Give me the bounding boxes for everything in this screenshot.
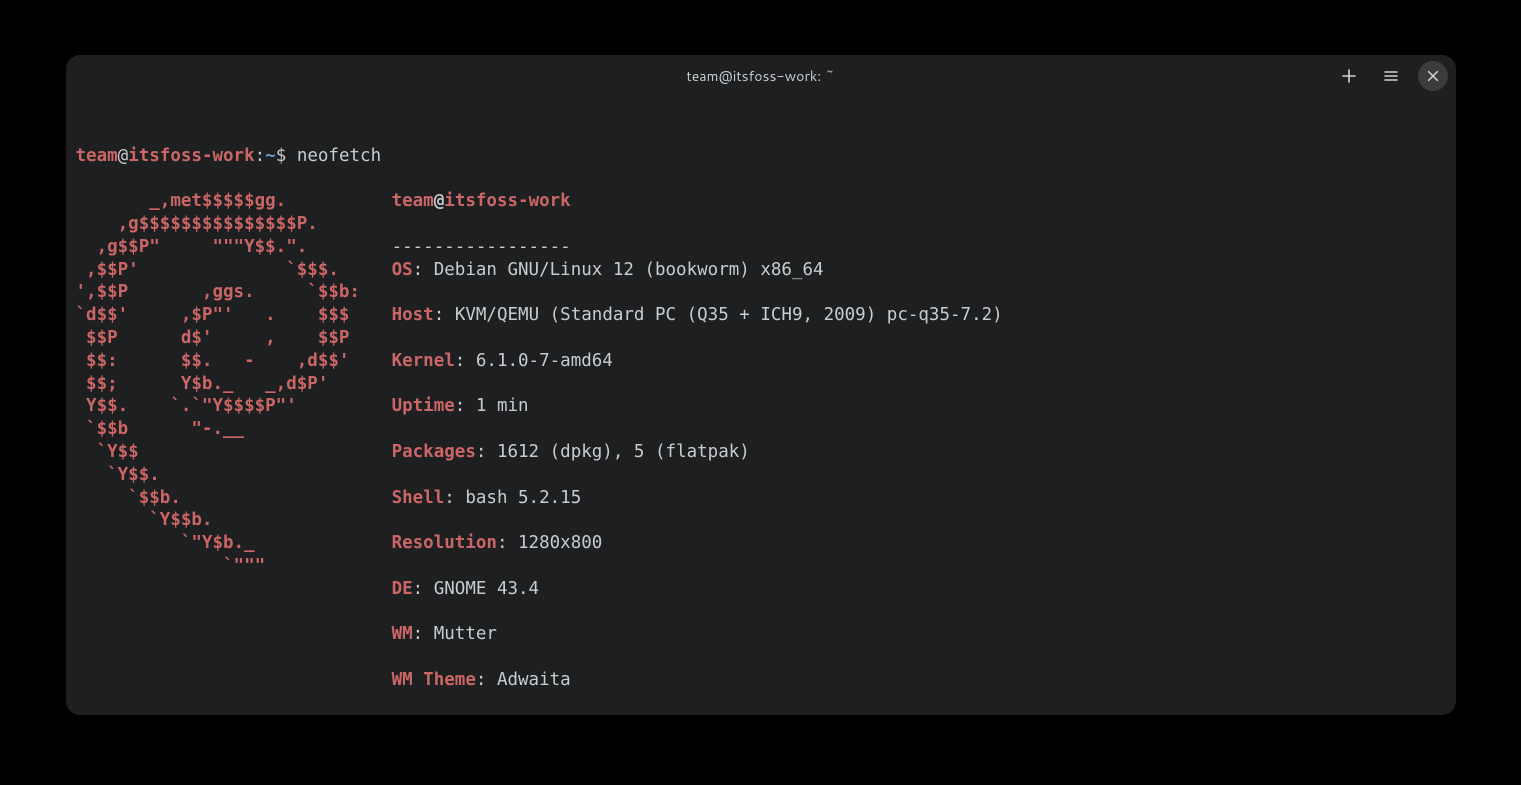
ascii-line: ',$$P ,ggs. `$$b: (76, 282, 392, 302)
hamburger-icon (1383, 68, 1399, 84)
ascii-line: `Y$$. (76, 465, 392, 485)
info-value: : KVM/QEMU (Standard PC (Q35 + ICH9, 200… (434, 305, 1003, 325)
info-value-text: Debian GNU/Linux 12 (bookworm) x86_64 (434, 260, 824, 280)
close-icon (1426, 69, 1440, 83)
prompt-symbol: $ (276, 146, 297, 166)
info-value: : 1280x800 (497, 533, 602, 553)
ascii-line: ,$$P' `$$$. (76, 260, 392, 280)
ascii-line: `Y$$b. (76, 510, 392, 530)
prompt-path: ~ (265, 146, 276, 166)
info-wm-theme: WM Theme: Adwaita (392, 669, 1003, 692)
info-key: Packages (392, 442, 476, 462)
info-key: DE (392, 579, 413, 599)
info-value-text: 1 min (476, 396, 529, 416)
titlebar: team@itsfoss-work: ~ (66, 55, 1456, 97)
prompt-host: itsfoss-work (128, 146, 254, 166)
info-value: : Adwaita (476, 670, 571, 690)
info-wm: WM: Mutter (392, 623, 1003, 646)
info-resolution: Resolution: 1280x800 (392, 532, 1003, 555)
ascii-line: ,g$$$$$$$$$$$$$$$P. (76, 214, 392, 234)
info-key: Host (392, 305, 434, 325)
info-shell: Shell: bash 5.2.15 (392, 487, 1003, 510)
ascii-line: `d$$' ,$P"' . $$$ (76, 305, 392, 325)
info-key: Resolution (392, 533, 497, 553)
info-value: : 1 min (455, 396, 529, 416)
info-value: : Mutter (413, 624, 497, 644)
prompt-colon: : (255, 146, 266, 166)
info-value: : 6.1.0-7-amd64 (455, 351, 613, 371)
info-key: OS (392, 260, 413, 280)
header-user: team (392, 191, 434, 211)
info-key: WM Theme (392, 670, 476, 690)
terminal-body[interactable]: team@itsfoss-work:~$ neofetch _,met$$$$$… (66, 97, 1456, 715)
header-host: itsfoss-work (444, 191, 570, 211)
info-header: team@itsfoss-work (392, 190, 1003, 213)
ascii-line: `Y$$ (76, 442, 392, 462)
ascii-line: `"Y$b._ (76, 533, 392, 553)
window-title: team@itsfoss-work: ~ (66, 66, 1456, 86)
info-packages: Packages: 1612 (dpkg), 5 (flatpak) (392, 441, 1003, 464)
info-de: DE: GNOME 43.4 (392, 578, 1003, 601)
prompt-user: team (76, 146, 118, 166)
info-value-text: KVM/QEMU (Standard PC (Q35 + ICH9, 2009)… (455, 305, 1003, 325)
terminal-window: team@itsfoss-work: ~ team@itsfoss-work:~… (66, 55, 1456, 715)
ascii-line: `$$b. (76, 488, 392, 508)
info-value-text: 1280x800 (518, 533, 602, 553)
info-uptime: Uptime: 1 min (392, 395, 1003, 418)
ascii-line: _,met$$$$$gg. (76, 191, 392, 211)
info-value: : 1612 (dpkg), 5 (flatpak) (476, 442, 750, 462)
prompt-line-1: team@itsfoss-work:~$ neofetch (76, 145, 1446, 168)
close-button[interactable] (1418, 61, 1448, 91)
info-value-text: Adwaita (497, 670, 571, 690)
plus-icon (1341, 68, 1357, 84)
info-kernel: Kernel: 6.1.0-7-amd64 (392, 350, 1003, 373)
ascii-logo: _,met$$$$$gg. ,g$$$$$$$$$$$$$$$P. ,g$$P"… (76, 190, 392, 715)
info-value: : bash 5.2.15 (444, 488, 581, 508)
ascii-line: ,g$$P" """Y$$.". (76, 237, 392, 257)
info-value-text: Mutter (434, 624, 497, 644)
ascii-line: `""" (76, 556, 392, 576)
system-info: team@itsfoss-work ----------------- OS: … (392, 190, 1003, 715)
info-value: : Debian GNU/Linux 12 (bookworm) x86_64 (413, 260, 824, 280)
info-value: : GNOME 43.4 (413, 579, 539, 599)
menu-button[interactable] (1376, 61, 1406, 91)
info-os: OS: Debian GNU/Linux 12 (bookworm) x86_6… (392, 259, 1003, 282)
info-value-text: 1612 (dpkg), 5 (flatpak) (497, 442, 750, 462)
info-key: Kernel (392, 351, 455, 371)
info-host: Host: KVM/QEMU (Standard PC (Q35 + ICH9,… (392, 304, 1003, 327)
info-key: Shell (392, 488, 445, 508)
ascii-line: $$; Y$b._ _,d$P' (76, 374, 392, 394)
info-separator: ----------------- (392, 237, 571, 257)
command-text: neofetch (297, 146, 381, 166)
info-value-text: bash 5.2.15 (465, 488, 581, 508)
ascii-line: $$: $$. - ,d$$' (76, 351, 392, 371)
header-at: @ (434, 191, 445, 211)
new-tab-button[interactable] (1334, 61, 1364, 91)
prompt-at: @ (118, 146, 129, 166)
info-value-text: 6.1.0-7-amd64 (476, 351, 613, 371)
info-key: Uptime (392, 396, 455, 416)
neofetch-output: _,met$$$$$gg. ,g$$$$$$$$$$$$$$$P. ,g$$P"… (76, 190, 1446, 715)
ascii-line: $$P d$' , $$P (76, 328, 392, 348)
ascii-line: Y$$. `.`"Y$$$$P"' (76, 396, 392, 416)
info-key: WM (392, 624, 413, 644)
window-controls (1334, 61, 1448, 91)
info-value-text: GNOME 43.4 (434, 579, 539, 599)
ascii-line: `$$b "-.__ (76, 419, 392, 439)
